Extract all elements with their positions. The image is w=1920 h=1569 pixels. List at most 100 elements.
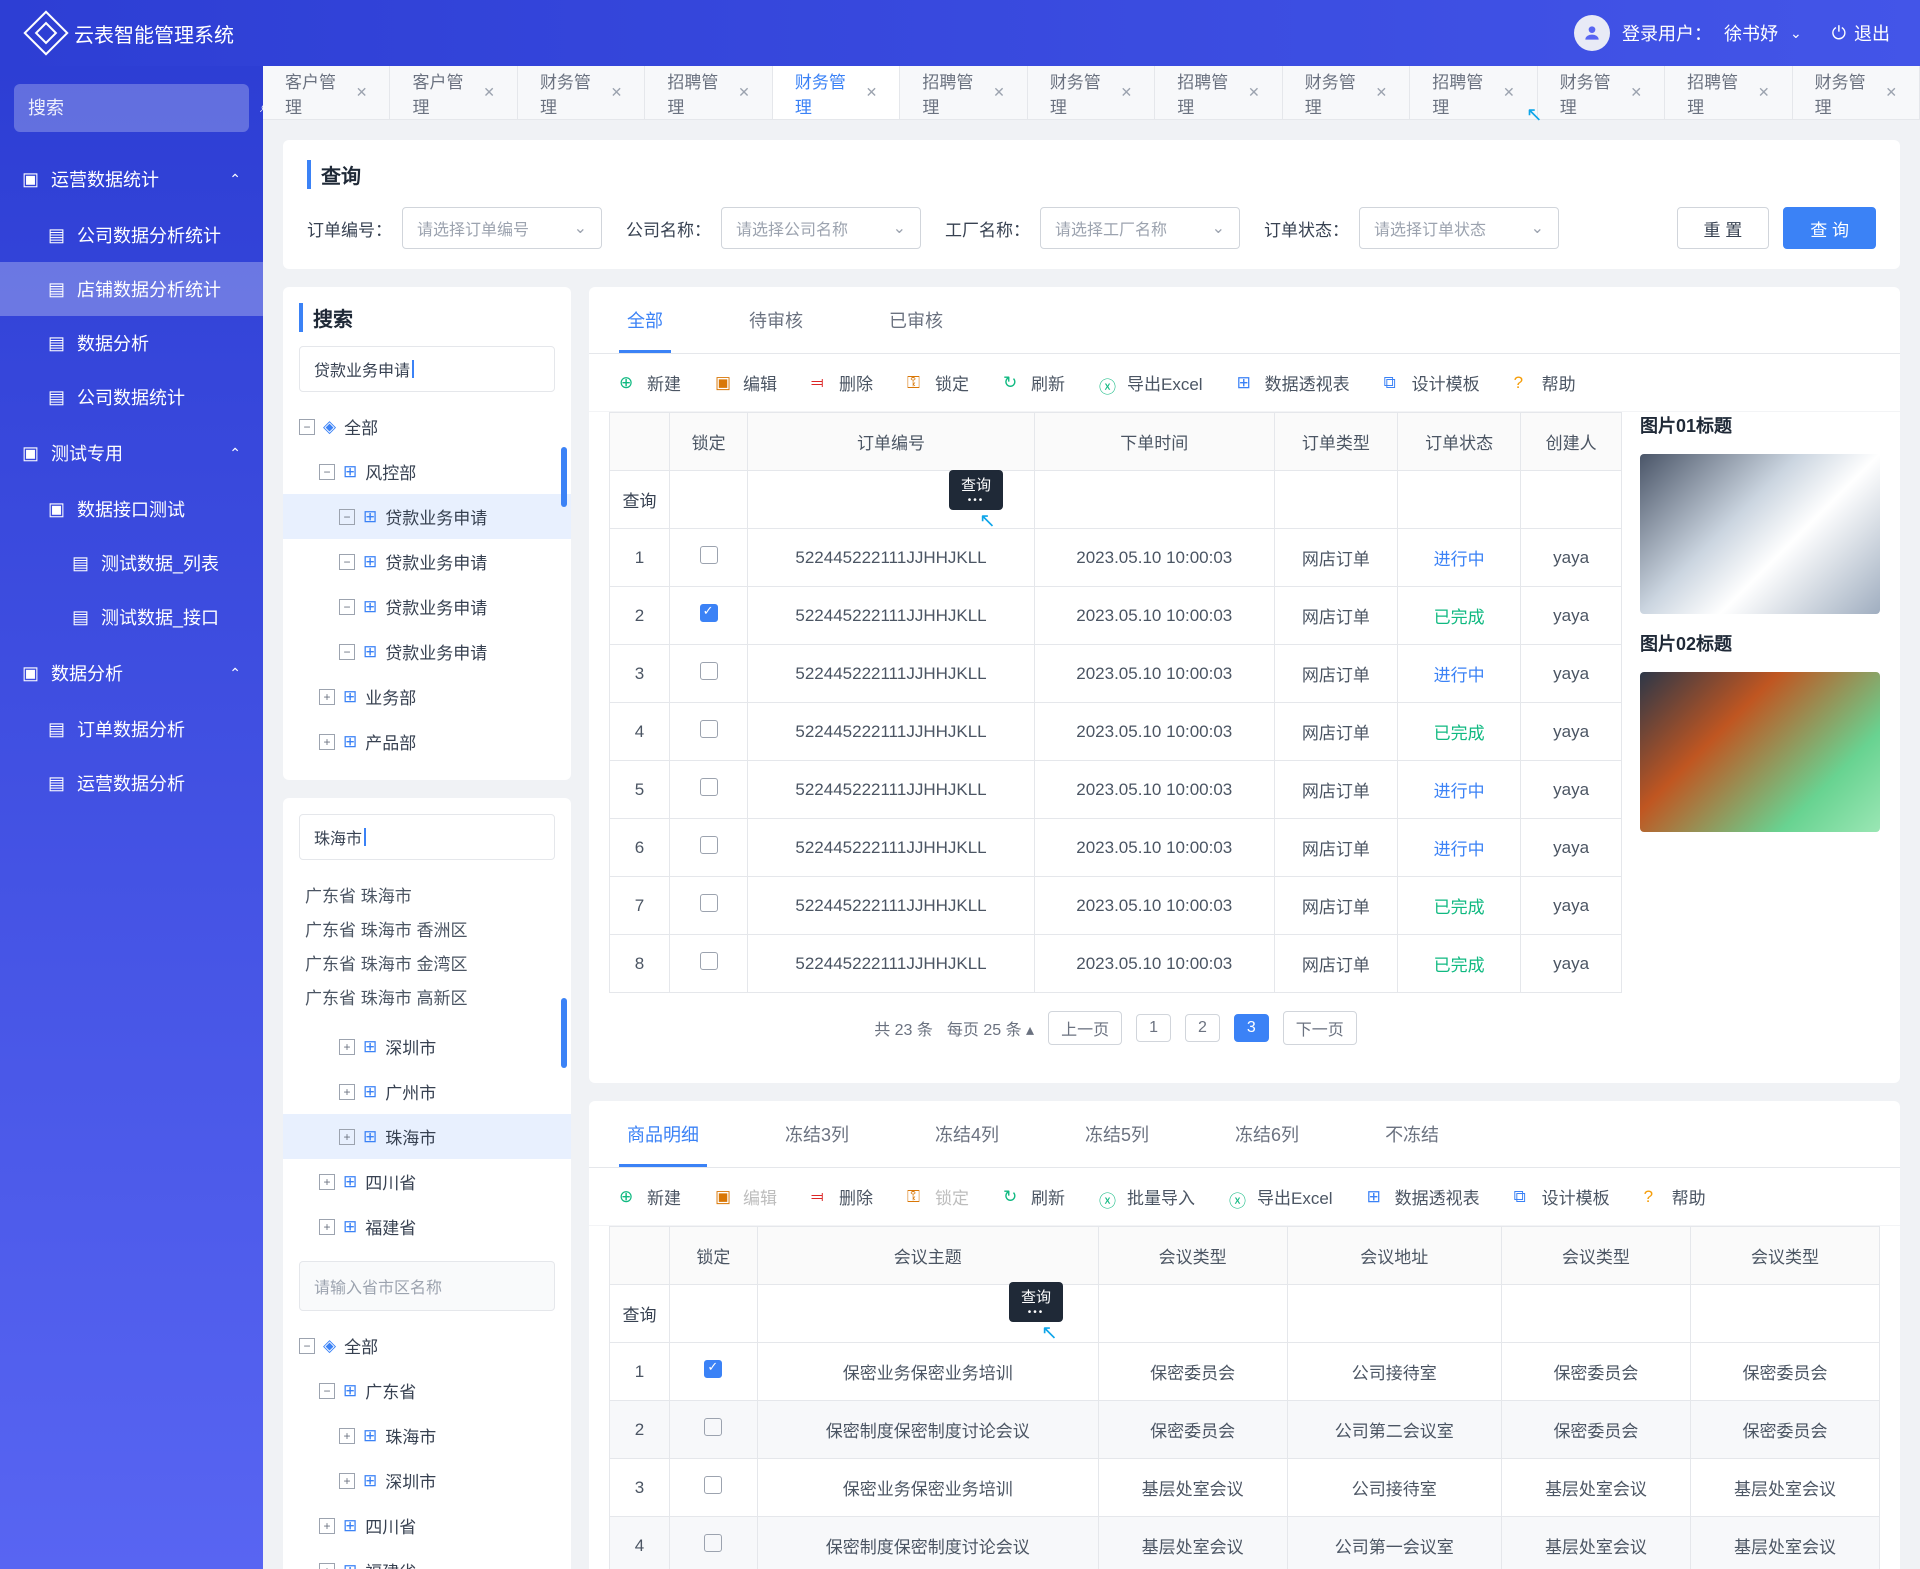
- tree-node[interactable]: + ⊞广州市: [283, 1069, 571, 1114]
- checkbox[interactable]: [700, 778, 718, 796]
- tree-node[interactable]: + ⊞四川省: [283, 1503, 571, 1548]
- page-tab[interactable]: 客户管理✕: [390, 66, 517, 119]
- tree-node[interactable]: − ⊞广东省: [283, 1368, 571, 1413]
- checkbox[interactable]: [700, 894, 718, 912]
- expand-icon[interactable]: +: [319, 734, 335, 750]
- tree-node[interactable]: − ⊞贷款业务申请: [283, 539, 571, 584]
- tool-批量导入[interactable]: ⓧ批量导入: [1099, 1184, 1195, 1209]
- checkbox[interactable]: [700, 952, 718, 970]
- city-search-input[interactable]: 珠海市: [299, 814, 555, 860]
- expand-icon[interactable]: −: [339, 599, 355, 615]
- close-icon[interactable]: ✕: [1248, 84, 1260, 101]
- tree-node[interactable]: + ⊞珠海市: [283, 1413, 571, 1458]
- sub-tab[interactable]: 商品明细: [619, 1101, 707, 1167]
- checkbox[interactable]: [700, 546, 718, 564]
- table-row[interactable]: 3 保密业务保密业务培训基层处室会议公司接待室 基层处室会议基层处室会议: [610, 1459, 1880, 1517]
- tree-node[interactable]: + ⊞深圳市: [283, 1024, 571, 1069]
- table-row[interactable]: 7 522445222111JJHHJKLL2023.05.10 10:00:0…: [610, 877, 1622, 935]
- expand-icon[interactable]: +: [319, 1174, 335, 1190]
- page-tab[interactable]: 财务管理✕: [1028, 66, 1155, 119]
- tool-设计模板[interactable]: ⧉设计模板: [1514, 1184, 1610, 1209]
- tool-数据透视表[interactable]: ⊞数据透视表: [1237, 370, 1350, 395]
- table-row[interactable]: 2 保密制度保密制度讨论会议保密委员会公司第二会议室 保密委员会保密委员会: [610, 1401, 1880, 1459]
- tree-node[interactable]: + ⊞产品部: [283, 719, 571, 764]
- tree-node[interactable]: − ⊞贷款业务申请: [283, 584, 571, 629]
- sub-tab[interactable]: 待审核: [741, 287, 811, 353]
- table-row[interactable]: 5 522445222111JJHHJKLL2023.05.10 10:00:0…: [610, 761, 1622, 819]
- page-tab[interactable]: 客户管理✕: [263, 66, 390, 119]
- table-row[interactable]: 4 522445222111JJHHJKLL2023.05.10 10:00:0…: [610, 703, 1622, 761]
- sidebar-search-input[interactable]: [28, 98, 260, 119]
- close-icon[interactable]: ✕: [1630, 84, 1642, 101]
- page-num[interactable]: 1: [1136, 1014, 1171, 1042]
- prev-page[interactable]: 上一页: [1048, 1011, 1122, 1045]
- tool-新建[interactable]: ⊕新建: [619, 1184, 681, 1209]
- tree-node[interactable]: + ⊞业务部: [283, 674, 571, 719]
- expand-icon[interactable]: +: [339, 1129, 355, 1145]
- tree-node[interactable]: + ⊞四川省: [283, 1159, 571, 1204]
- checkbox[interactable]: [704, 1360, 722, 1378]
- close-icon[interactable]: ✕: [866, 84, 878, 101]
- sub-tab[interactable]: 不冻结: [1377, 1101, 1447, 1167]
- tree-node[interactable]: − ⊞贷款业务申请: [283, 494, 571, 539]
- collapse-icon[interactable]: −: [299, 1338, 315, 1354]
- close-icon[interactable]: ✕: [1758, 84, 1770, 101]
- logout-button[interactable]: ⏻ 退出: [1832, 20, 1890, 46]
- sidebar-search[interactable]: ⌕: [14, 84, 249, 132]
- select-company[interactable]: 请选择公司名称⌄: [721, 207, 921, 249]
- tree-node[interactable]: + ⊞珠海市: [283, 1114, 571, 1159]
- expand-icon[interactable]: −: [319, 464, 335, 480]
- tool-编辑[interactable]: ▣编辑: [715, 370, 777, 395]
- table-row[interactable]: 8 522445222111JJHHJKLL2023.05.10 10:00:0…: [610, 935, 1622, 993]
- sub-tab[interactable]: 冻结3列: [777, 1101, 857, 1167]
- expand-icon[interactable]: −: [339, 554, 355, 570]
- expand-icon[interactable]: +: [319, 689, 335, 705]
- nav-group[interactable]: ▣运营数据统计⌃: [0, 150, 263, 208]
- checkbox[interactable]: [700, 720, 718, 738]
- tool-编辑[interactable]: ▣编辑: [715, 1184, 777, 1209]
- city-placeholder-input[interactable]: 请输入省市区名称: [299, 1261, 555, 1311]
- page-num[interactable]: 3: [1234, 1014, 1269, 1042]
- expand-icon[interactable]: +: [339, 1039, 355, 1055]
- tool-刷新[interactable]: ↻刷新: [1003, 1184, 1065, 1209]
- page-num[interactable]: 2: [1185, 1014, 1220, 1042]
- page-tab[interactable]: 招聘管理✕: [1665, 66, 1792, 119]
- close-icon[interactable]: ✕: [1503, 84, 1515, 101]
- dept-search-input[interactable]: 贷款业务申请: [299, 346, 555, 392]
- expand-icon[interactable]: +: [319, 1518, 335, 1534]
- tool-数据透视表[interactable]: ⊞数据透视表: [1367, 1184, 1480, 1209]
- next-page[interactable]: 下一页: [1283, 1011, 1357, 1045]
- city-tree-root[interactable]: − ◈ 全部: [283, 1323, 571, 1368]
- tool-删除[interactable]: ⫤删除: [811, 1184, 873, 1209]
- nav-item[interactable]: ▤测试数据_列表: [0, 536, 263, 590]
- sub-tab[interactable]: 冻结6列: [1227, 1101, 1307, 1167]
- table-row[interactable]: 2 522445222111JJHHJKLL2023.05.10 10:00:0…: [610, 587, 1622, 645]
- expand-icon[interactable]: +: [319, 1219, 335, 1235]
- tree-node[interactable]: + ⊞深圳市: [283, 1458, 571, 1503]
- close-icon[interactable]: ✕: [1375, 84, 1387, 101]
- nav-item[interactable]: ▤订单数据分析: [0, 702, 263, 756]
- page-tab[interactable]: 招聘管理✕: [645, 66, 772, 119]
- checkbox[interactable]: [704, 1476, 722, 1494]
- table-row[interactable]: 4 保密制度保密制度讨论会议基层处室会议公司第一会议室 基层处室会议基层处室会议: [610, 1517, 1880, 1569]
- checkbox[interactable]: [700, 836, 718, 854]
- search-button[interactable]: 查 询: [1783, 207, 1876, 249]
- close-icon[interactable]: ✕: [993, 84, 1005, 101]
- close-icon[interactable]: ✕: [1121, 84, 1133, 101]
- page-tab[interactable]: 财务管理✕: [773, 66, 900, 119]
- nav-item[interactable]: ▤运营数据分析: [0, 756, 263, 810]
- page-tab[interactable]: 招聘管理✕: [900, 66, 1027, 119]
- nav-item[interactable]: ▤店铺数据分析统计: [0, 262, 263, 316]
- select-factory[interactable]: 请选择工厂名称⌄: [1040, 207, 1240, 249]
- tool-锁定[interactable]: ⚿锁定: [907, 1184, 969, 1209]
- tool-导出Excel[interactable]: ⓧ导出Excel: [1229, 1184, 1333, 1209]
- sub-tab[interactable]: 冻结4列: [927, 1101, 1007, 1167]
- page-tab[interactable]: 招聘管理✕: [1155, 66, 1282, 119]
- expand-icon[interactable]: −: [339, 644, 355, 660]
- close-icon[interactable]: ✕: [483, 84, 495, 101]
- region-item[interactable]: 广东省 珠海市: [305, 880, 549, 914]
- tool-帮助[interactable]: ?帮助: [1514, 370, 1576, 395]
- page-tab[interactable]: 招聘管理✕↖: [1410, 66, 1537, 119]
- expand-icon[interactable]: +: [339, 1473, 355, 1489]
- nav-group[interactable]: ▣数据分析⌃: [0, 644, 263, 702]
